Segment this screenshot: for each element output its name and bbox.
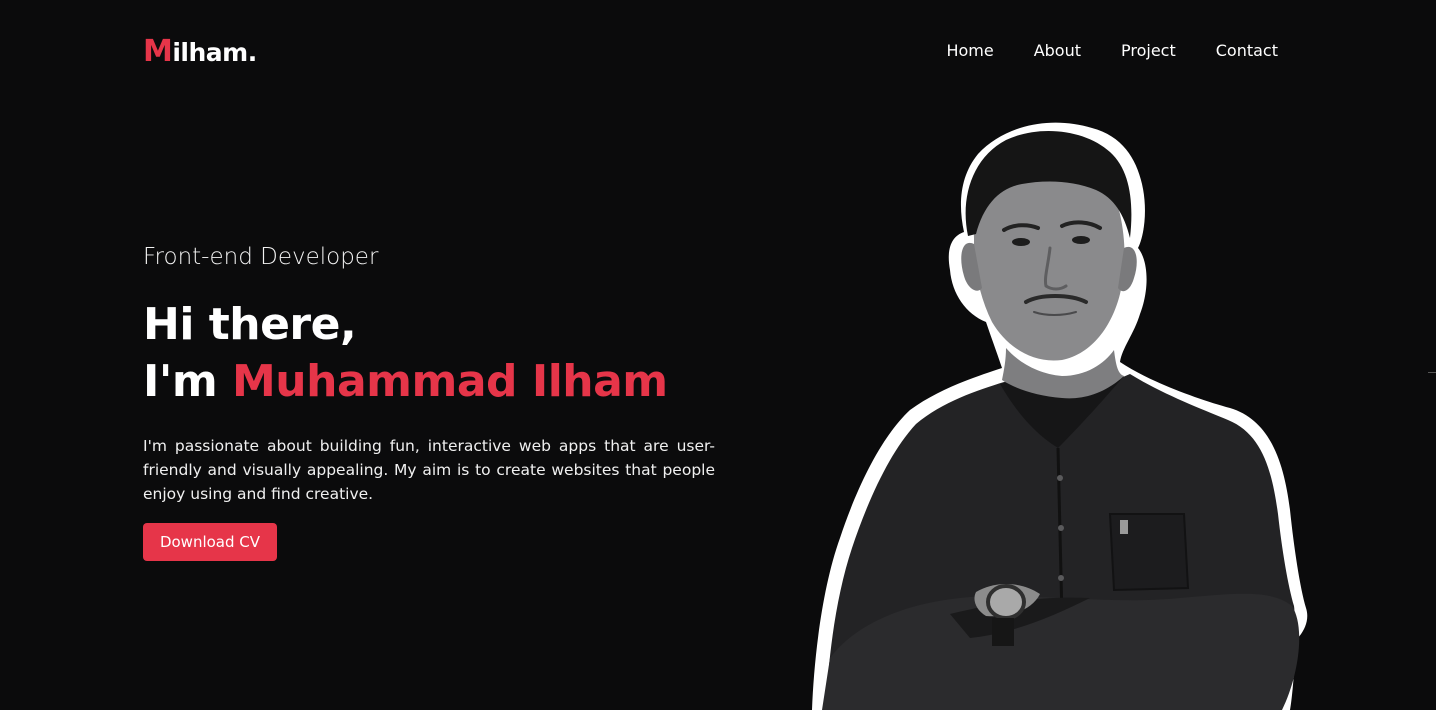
site-logo[interactable]: Milham. — [143, 36, 257, 69]
hero-name: Muhammad Ilham — [232, 356, 668, 407]
profile-photo-illustration — [812, 122, 1308, 710]
intro-prefix: I'm — [143, 356, 233, 407]
main-nav: Home About Project Contact — [946, 41, 1278, 61]
scrollbar-mark — [1428, 372, 1436, 373]
profile-photo — [800, 118, 1320, 710]
greeting-text: Hi there, — [143, 299, 357, 350]
nav-contact-link[interactable]: Contact — [1216, 41, 1278, 61]
hero-bio: I'm passionate about building fun, inter… — [143, 437, 715, 503]
logo-text: ilham. — [172, 38, 257, 67]
role-subtitle: Front-end Developer — [143, 244, 379, 270]
hero-headline: Hi there, I'm Muhammad Ilham — [143, 296, 668, 410]
page: Milham. Home About Project Contact Front… — [0, 0, 1436, 710]
nav-project-link[interactable]: Project — [1121, 41, 1176, 61]
nav-about-link[interactable]: About — [1034, 41, 1081, 61]
nav-home-link[interactable]: Home — [946, 41, 993, 61]
download-cv-button[interactable]: Download CV — [143, 523, 277, 561]
logo-accent-letter: M — [143, 34, 173, 69]
